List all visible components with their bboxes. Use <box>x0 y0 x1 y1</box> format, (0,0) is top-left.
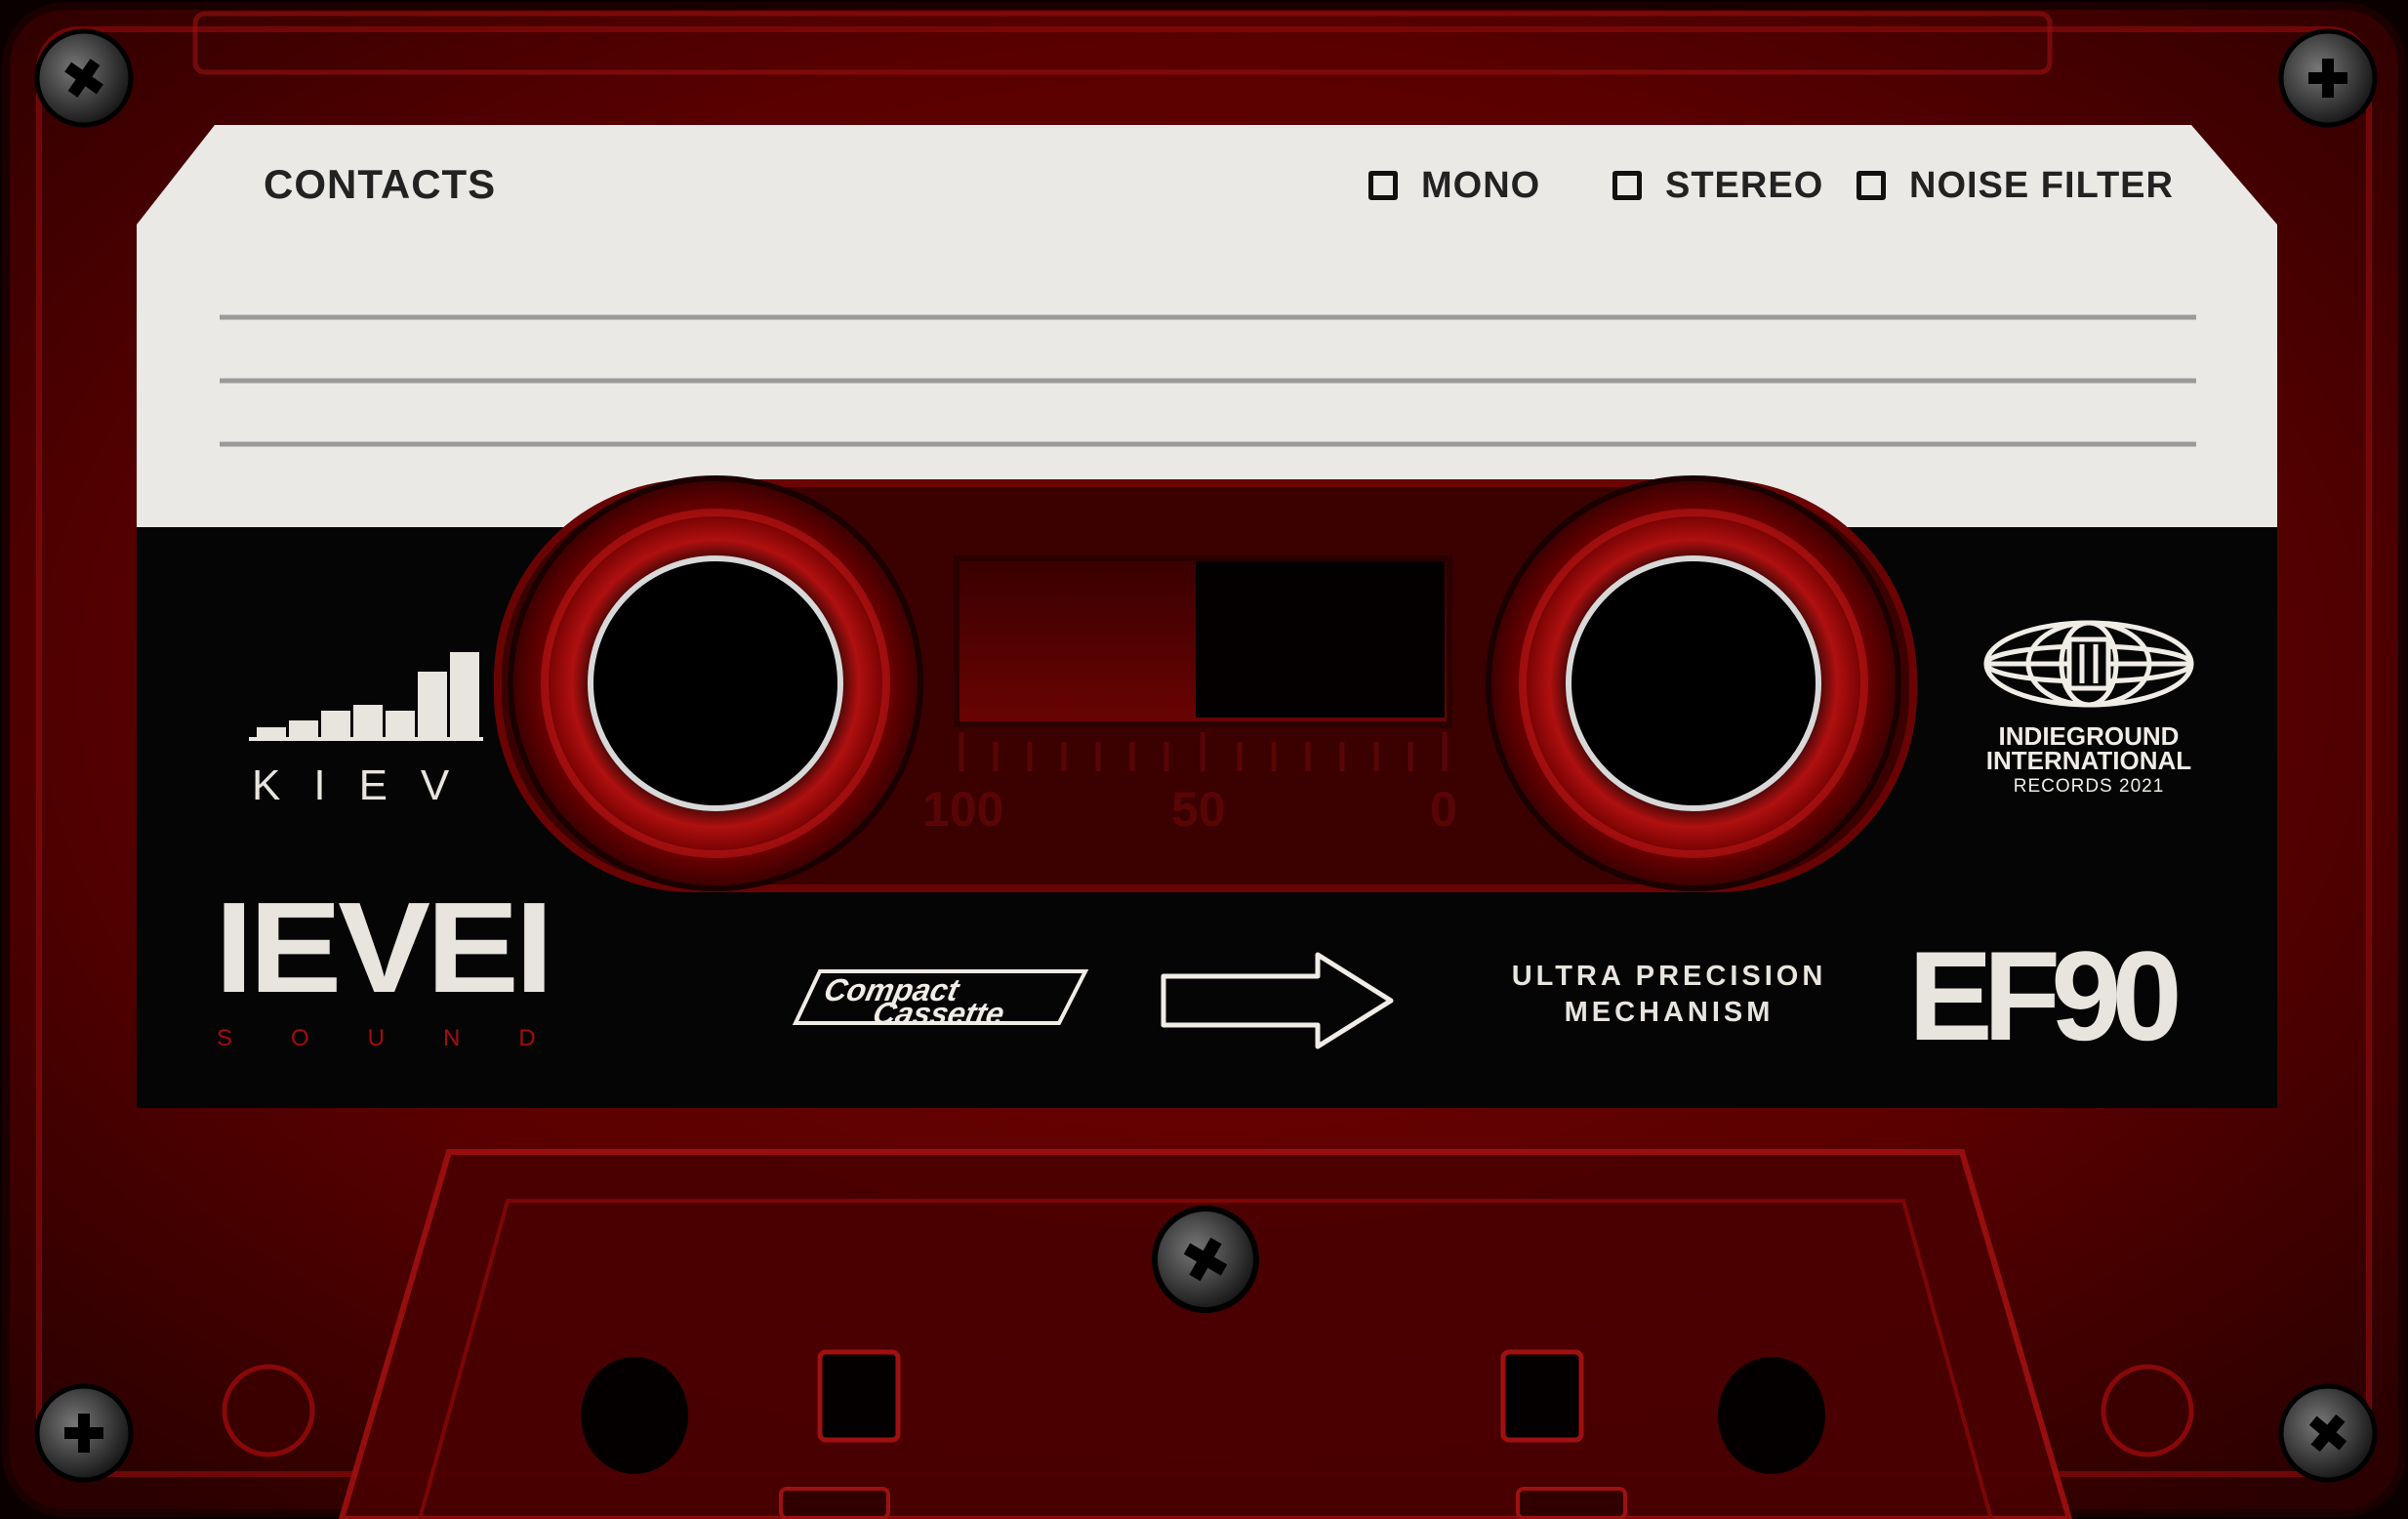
cassette-line2: Cassette <box>870 996 1008 1031</box>
noise-filter-checkbox[interactable] <box>1857 171 1886 200</box>
option-stereo-label: STEREO <box>1665 164 1824 206</box>
mechanism-line1: ULTRA PRECISION <box>1511 961 1827 992</box>
brand-logo: IEVEI <box>215 876 553 1019</box>
option-noise-filter[interactable]: NOISE FILTER <box>1857 164 2174 207</box>
cassette-scene: CONTACTS MONO STEREO NOISE FILTER 100 50… <box>0 0 2408 1519</box>
screw-icon <box>1152 1206 1259 1313</box>
right-reel <box>1486 475 1901 891</box>
mono-checkbox[interactable] <box>1368 171 1398 200</box>
publisher-block: INDIEGROUND INTERNATIONAL RECORDS 2021 <box>1942 723 2235 798</box>
option-mono[interactable]: MONO <box>1368 164 1540 207</box>
stereo-checkbox[interactable] <box>1612 171 1642 200</box>
mechanism-line2: MECHANISM <box>1564 997 1775 1028</box>
publisher-line2: INTERNATIONAL <box>1985 746 2192 775</box>
tape-scale-100: 100 <box>922 782 1004 837</box>
model-name: EF90 <box>1908 924 2183 1067</box>
brand-city: KIEV <box>252 761 483 809</box>
publisher-line3: RECORDS 2021 <box>2013 776 2165 797</box>
screw-icon <box>2278 28 2378 128</box>
left-reel <box>508 475 923 891</box>
tape-scale-0: 0 <box>1430 782 1457 837</box>
option-stereo[interactable]: STEREO <box>1612 164 1823 207</box>
label-title: CONTACTS <box>264 161 497 207</box>
screw-icon <box>34 1383 134 1483</box>
brand-tagline: SOUND <box>217 1025 594 1051</box>
mechanism-text: ULTRA PRECISION MECHANISM <box>1464 959 1874 1031</box>
tape-scale-50: 50 <box>1171 782 1226 837</box>
option-noise-filter-label: NOISE FILTER <box>1909 164 2174 206</box>
option-mono-label: MONO <box>1421 164 1541 206</box>
screw-icon <box>2278 1383 2378 1483</box>
screw-icon <box>34 28 134 128</box>
